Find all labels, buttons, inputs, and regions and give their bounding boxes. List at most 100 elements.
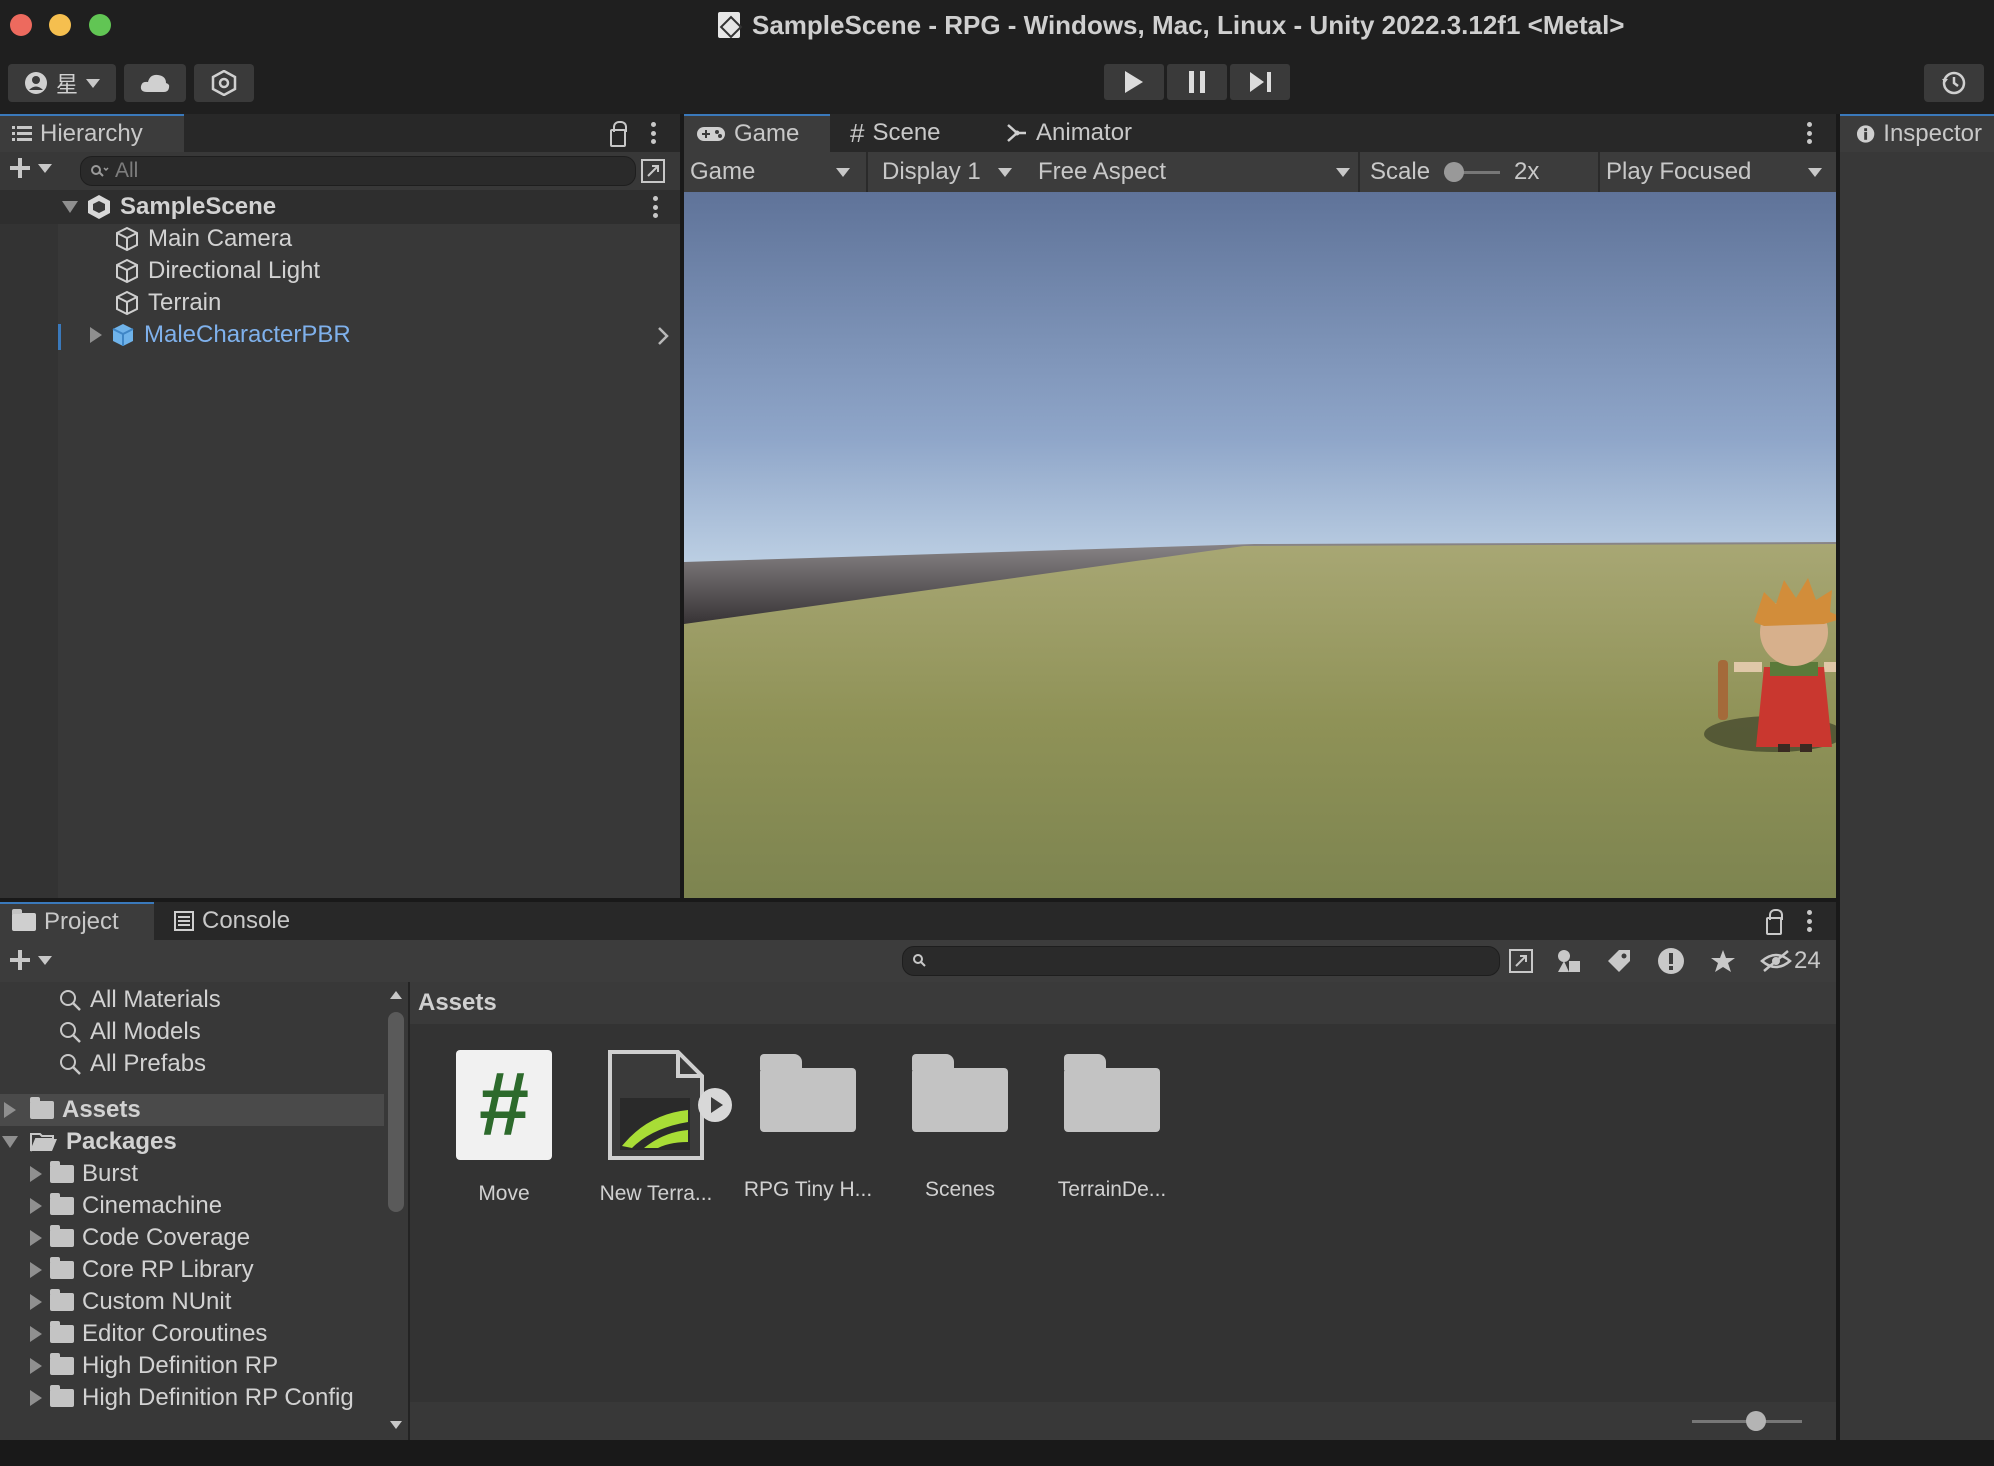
breadcrumb-label: Assets	[418, 989, 497, 1016]
hierarchy-item[interactable]: Terrain	[114, 287, 221, 319]
maximize-window-button[interactable]	[89, 14, 111, 36]
unity-services-button[interactable]	[194, 64, 254, 102]
aspect-dropdown[interactable]: Free Aspect	[1038, 156, 1350, 188]
game-menu-icon[interactable]	[1806, 122, 1812, 144]
scene-name: SampleScene	[120, 193, 277, 220]
tab-animator[interactable]: Animator	[994, 114, 1144, 152]
open-window-icon[interactable]	[640, 158, 666, 184]
asset-item-script[interactable]: # Move	[439, 1050, 569, 1206]
asset-item-terrain[interactable]: New Terra...	[591, 1050, 732, 1206]
expand-icon[interactable]	[30, 1390, 42, 1406]
package-item[interactable]: High Definition RP Config	[30, 1382, 354, 1414]
project-add-button[interactable]	[8, 948, 52, 972]
gameobject-icon	[116, 258, 138, 284]
package-item[interactable]: Cinemachine	[30, 1190, 222, 1222]
open-window-icon[interactable]	[1508, 948, 1534, 974]
project-menu-icon[interactable]	[1806, 910, 1812, 932]
lock-icon[interactable]	[610, 121, 627, 147]
package-label: High Definition RP Config	[82, 1384, 354, 1411]
favorite-item[interactable]: All Models	[58, 1016, 201, 1048]
game-viewport[interactable]	[684, 192, 1836, 898]
expand-asset-button[interactable]	[698, 1088, 732, 1122]
history-button[interactable]	[1924, 64, 1984, 102]
favorite-item[interactable]: All Prefabs	[58, 1048, 206, 1080]
expand-icon[interactable]	[4, 1102, 16, 1118]
close-window-button[interactable]	[10, 14, 32, 36]
tab-scene[interactable]: # Scene	[838, 114, 953, 152]
expand-icon[interactable]	[30, 1166, 42, 1182]
hierarchy-add-button[interactable]	[8, 156, 52, 180]
scroll-up-icon[interactable]	[389, 990, 403, 1000]
icon-size-slider-thumb[interactable]	[1746, 1411, 1766, 1431]
chevron-right-icon[interactable]	[656, 326, 670, 346]
hierarchy-search-input[interactable]: All	[80, 156, 636, 186]
hidden-packages-toggle[interactable]: 24	[1760, 946, 1821, 976]
scale-slider-thumb[interactable]	[1444, 162, 1465, 182]
scale-label: Scale	[1370, 158, 1431, 185]
scale-slider[interactable]	[1444, 162, 1501, 182]
project-tree-scrollbar[interactable]	[384, 982, 408, 1440]
account-label: 星	[55, 72, 78, 97]
expand-icon[interactable]	[30, 1262, 42, 1278]
inspector-panel: Inspector	[1840, 114, 1994, 1440]
plus-icon	[10, 950, 30, 970]
play-mode-dropdown[interactable]: Play Focused	[1606, 156, 1828, 188]
tree-root-packages-label: Packages	[66, 1128, 177, 1155]
tab-game[interactable]: Game	[684, 114, 830, 152]
asset-item-folder[interactable]: Scenes	[895, 1050, 1025, 1202]
expand-icon[interactable]	[30, 1358, 42, 1374]
hierarchy-menu-icon[interactable]	[650, 122, 656, 144]
chevron-down-icon	[1336, 167, 1350, 177]
package-item[interactable]: High Definition RP	[30, 1350, 278, 1382]
collapse-icon[interactable]	[62, 201, 78, 213]
expand-icon[interactable]	[90, 327, 102, 343]
account-icon	[24, 72, 47, 94]
package-item[interactable]: Code Coverage	[30, 1222, 250, 1254]
scene-row[interactable]: SampleScene	[62, 191, 276, 223]
asset-breadcrumb[interactable]: Assets	[410, 982, 1836, 1024]
package-item[interactable]: Core RP Library	[30, 1254, 254, 1286]
scroll-down-icon[interactable]	[389, 1420, 403, 1430]
scrollbar-thumb[interactable]	[388, 1012, 404, 1212]
filter-by-label-icon[interactable]	[1606, 948, 1632, 974]
asset-item-folder[interactable]: RPG Tiny H...	[743, 1050, 873, 1202]
play-button[interactable]	[1104, 64, 1164, 100]
expand-icon[interactable]	[30, 1230, 42, 1246]
expand-icon[interactable]	[30, 1294, 42, 1310]
asset-item-folder[interactable]: TerrainDe...	[1047, 1050, 1177, 1202]
favorite-item[interactable]: All Materials	[58, 984, 221, 1016]
tab-project[interactable]: Project	[0, 902, 154, 940]
minimize-window-button[interactable]	[49, 14, 71, 36]
package-item[interactable]: Custom NUnit	[30, 1286, 231, 1318]
tree-root-assets[interactable]: Assets	[4, 1094, 141, 1126]
prefab-icon	[112, 324, 134, 346]
package-item[interactable]: Editor Coroutines	[30, 1318, 267, 1350]
filter-by-type-icon[interactable]	[1556, 948, 1582, 974]
account-button[interactable]: 星	[8, 64, 116, 102]
favorite-star-icon[interactable]	[1710, 948, 1736, 974]
scene-menu-icon[interactable]	[652, 196, 658, 218]
game-controls-bar: Game Display 1 Free Aspect Scale 2x Play…	[684, 152, 1836, 192]
hierarchy-item-label: MaleCharacterPBR	[144, 321, 351, 348]
project-search-input[interactable]	[902, 946, 1500, 976]
warning-filter-icon[interactable]	[1656, 946, 1686, 976]
collapse-icon[interactable]	[2, 1136, 18, 1148]
tree-root-packages[interactable]: Packages	[2, 1126, 177, 1158]
hierarchy-item-prefab[interactable]: MaleCharacterPBR	[90, 319, 351, 351]
cloud-button[interactable]	[124, 64, 186, 102]
expand-icon[interactable]	[30, 1198, 42, 1214]
chevron-down-icon	[86, 78, 100, 88]
step-button[interactable]	[1230, 64, 1290, 100]
hierarchy-item[interactable]: Main Camera	[114, 223, 292, 255]
expand-icon[interactable]	[30, 1326, 42, 1342]
lock-icon[interactable]	[1766, 909, 1783, 935]
pause-button[interactable]	[1167, 64, 1227, 100]
hierarchy-item[interactable]: Directional Light	[114, 255, 320, 287]
package-item[interactable]: Burst	[30, 1158, 138, 1190]
tab-inspector[interactable]: Inspector	[1840, 114, 1994, 152]
search-icon	[60, 1022, 81, 1043]
display-dropdown[interactable]: Display 1	[882, 156, 1012, 188]
tab-hierarchy[interactable]: Hierarchy	[0, 114, 184, 152]
game-mode-dropdown[interactable]: Game	[690, 156, 860, 188]
tab-console[interactable]: Console	[162, 902, 302, 940]
